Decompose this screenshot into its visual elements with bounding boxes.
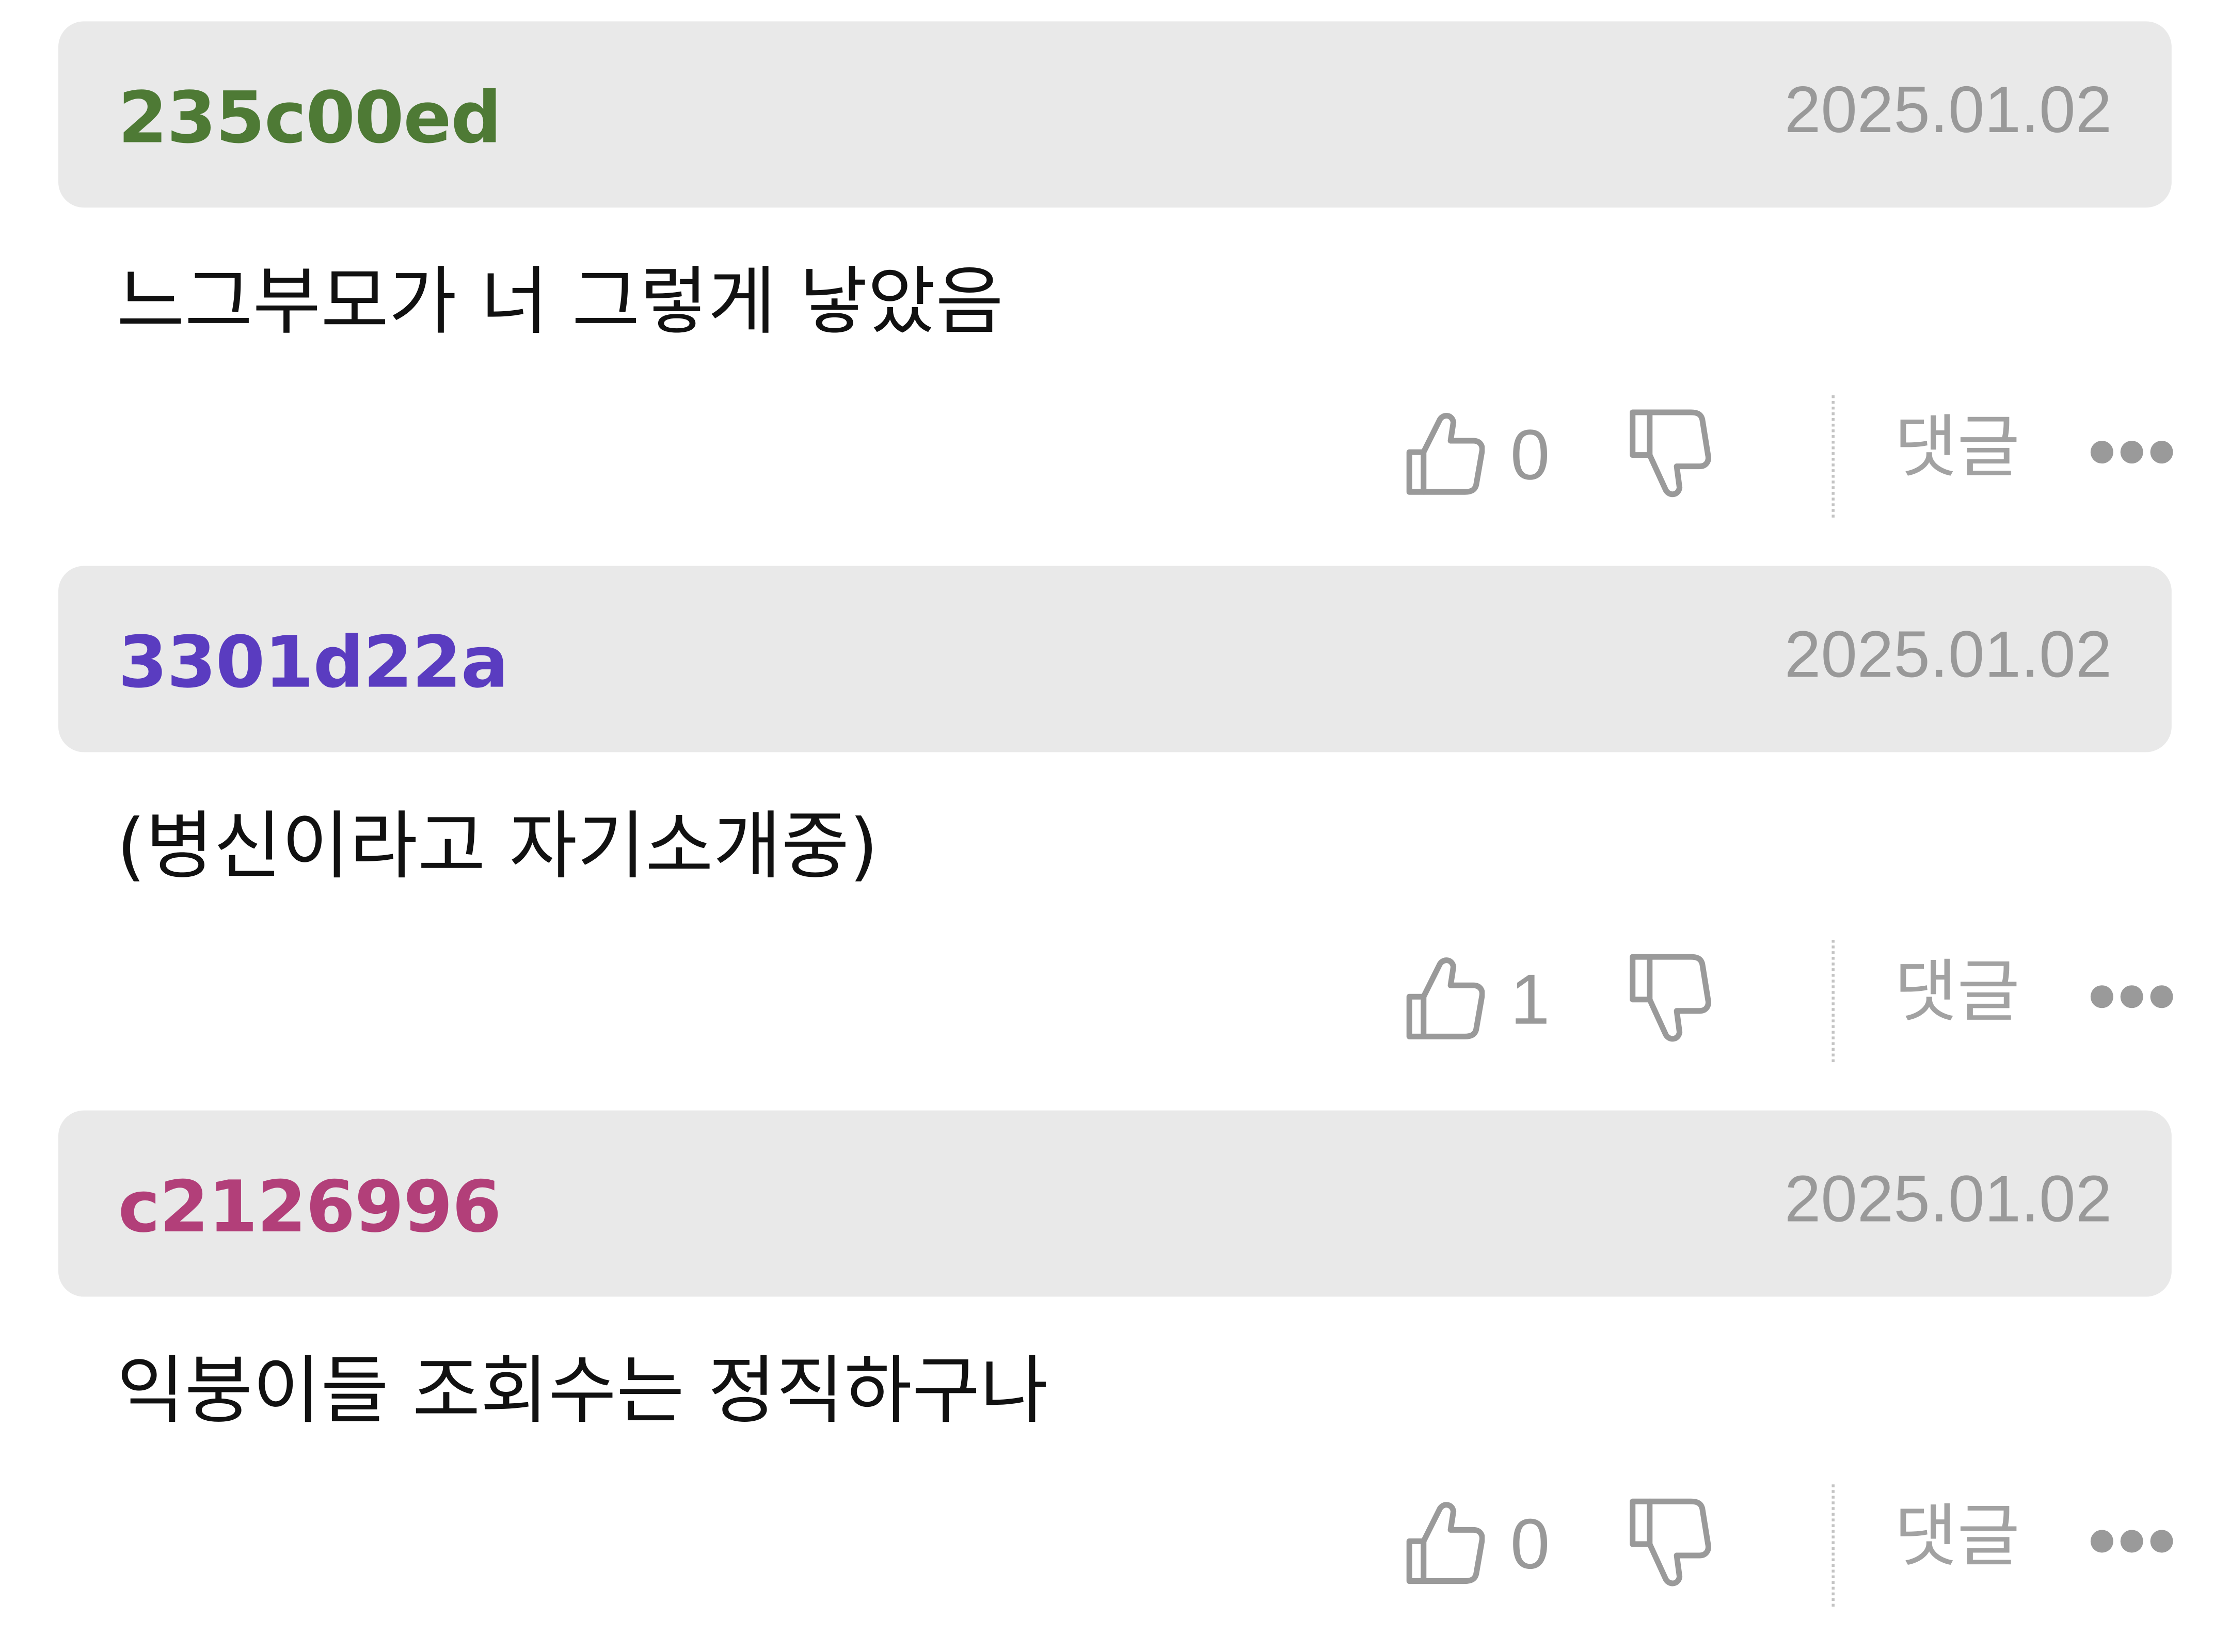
thumbs-down-icon — [1630, 1498, 1711, 1586]
like-count: 1 — [1510, 959, 1550, 1039]
comment-username[interactable]: 235c00ed — [118, 75, 502, 161]
dislike-button[interactable] — [1627, 951, 1718, 1048]
thumbs-down-icon — [1630, 409, 1711, 498]
more-dots-icon[interactable] — [2088, 432, 2176, 472]
dislike-button[interactable] — [1627, 407, 1718, 503]
comment-item: 3301d22a 2025.01.02 (병신이라고 자기소개중) 1 댓글 — [0, 544, 2230, 1089]
comment-text: 느그부모가 너 그렇게 낳았음 — [116, 260, 1004, 346]
comment-date: 2025.01.02 — [1784, 617, 2112, 691]
comment-header: 235c00ed 2025.01.02 — [58, 21, 2172, 208]
comment-date: 2025.01.02 — [1784, 1161, 2112, 1236]
thumbs-down-icon — [1630, 954, 1711, 1042]
comment-date: 2025.01.02 — [1784, 72, 2112, 147]
comment-text: (병신이라고 자기소개중) — [116, 805, 879, 890]
comment-item: 235c00ed 2025.01.02 느그부모가 너 그렇게 낳았음 0 댓글 — [0, 0, 2230, 544]
comment-username[interactable]: 3301d22a — [118, 620, 509, 705]
like-button[interactable]: 0 — [1399, 401, 1570, 509]
more-dots-icon[interactable] — [2088, 977, 2176, 1017]
like-count: 0 — [1510, 415, 1550, 495]
thumbs-up-icon — [1406, 413, 1485, 495]
comment-text: 익붕이들 조회수는 정직하구나 — [116, 1349, 1048, 1435]
reply-button[interactable]: 댓글 — [1894, 404, 2020, 492]
like-button[interactable]: 0 — [1399, 1490, 1570, 1598]
comment-username[interactable]: c2126996 — [118, 1164, 502, 1249]
actions-divider — [1831, 395, 1835, 518]
comment-item: c2126996 2025.01.02 익붕이들 조회수는 정직하구나 0 댓글 — [0, 1089, 2230, 1633]
more-dots-icon[interactable] — [2088, 1521, 2176, 1561]
comment-header: c2126996 2025.01.02 — [58, 1110, 2172, 1297]
comment-list: 235c00ed 2025.01.02 느그부모가 너 그렇게 낳았음 0 댓글 — [0, 0, 2230, 1652]
comment-actions: 1 댓글 — [0, 917, 2230, 1073]
actions-divider — [1831, 1484, 1835, 1607]
thumbs-up-icon — [1406, 1502, 1485, 1584]
like-button[interactable]: 1 — [1399, 945, 1570, 1053]
like-count: 0 — [1510, 1504, 1550, 1584]
thumbs-up-icon — [1406, 957, 1485, 1039]
comment-header: 3301d22a 2025.01.02 — [58, 566, 2172, 752]
reply-button[interactable]: 댓글 — [1894, 949, 2020, 1037]
reply-button[interactable]: 댓글 — [1894, 1493, 2020, 1581]
dislike-button[interactable] — [1627, 1496, 1718, 1592]
comment-actions: 0 댓글 — [0, 373, 2230, 529]
comment-actions: 0 댓글 — [0, 1462, 2230, 1618]
actions-divider — [1831, 940, 1835, 1062]
